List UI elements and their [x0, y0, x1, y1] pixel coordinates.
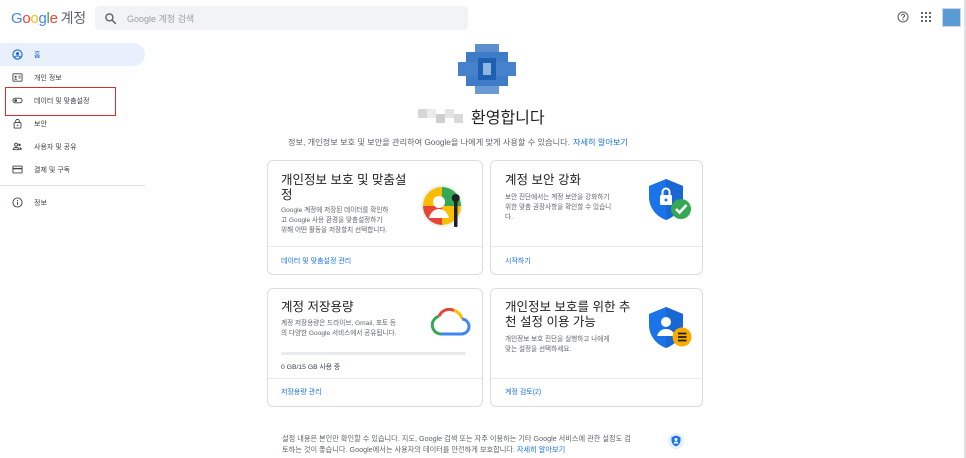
cloud-storage-icon [430, 308, 471, 336]
search-input[interactable]: Google 계정 검색 [95, 6, 468, 30]
card-description: Google 계정에 저장된 데이터를 확인하 고 Google 사용 환경을 … [281, 206, 388, 236]
intro-description: 정보, 개인정보 보호 및 보안을 관리하여 Google을 나에게 맞게 사용… [288, 138, 570, 147]
review-account-link[interactable]: 계정 검토(2) [505, 387, 541, 397]
home-icon [12, 49, 23, 60]
welcome-text: 환영합니다 [471, 110, 545, 127]
footer-line: 토하는 것이 좋습니다. Google에서는 사용자의 데이터를 안전하게 보호… [282, 444, 687, 455]
search-placeholder: Google 계정 검색 [127, 13, 195, 24]
footer-line-text: 토하는 것이 좋습니다. Google에서는 사용자의 데이터를 안전하게 보호… [282, 445, 515, 454]
welcome-heading: 환영합니다 [418, 104, 545, 128]
sidebar-item-security[interactable]: 보안 [0, 112, 150, 135]
sidebar-item-data-personalization[interactable]: 데이터 및 맞춤설정 [0, 87, 150, 116]
privacy-personalization-card: 개인정보 보호 및 맞춤설 정 Google 계정에 저장된 데이터를 확인하 … [267, 160, 483, 275]
sidebar-item-label: 결제 및 구독 [34, 166, 71, 174]
search-icon [105, 12, 117, 24]
credit-card-icon [12, 165, 23, 174]
footer-line: 설정 내용은 본인만 확인할 수 있습니다. 지도, Google 검색 또는 … [282, 434, 631, 443]
profile-picture[interactable] [458, 44, 516, 94]
footer-learn-more-link[interactable]: 자세히 알아보기 [517, 445, 565, 454]
card-title: 개인정보 보호를 위한 추 천 설정 이용 가능 [505, 300, 630, 330]
card-title: 계정 저장용량 [281, 300, 354, 314]
sidebar-item-label: 개인 정보 [34, 74, 62, 82]
logo-google-text: Google [11, 10, 58, 27]
storage-usage-text: 0 GB/15 GB 사용 중 [281, 364, 341, 371]
sidebar-item-home[interactable]: 홈 [0, 43, 145, 66]
logo-account-text: 계정 [60, 10, 86, 26]
storage-card: 계정 저장용량 계정 저장용량은 드라이브, Gmail, 포토 등 의 다양한… [267, 288, 483, 407]
card-title-line: 정 [281, 188, 293, 202]
card-divider [268, 246, 482, 247]
card-desc-line: Google 계정에 저장된 데이터를 확인하 [281, 207, 389, 214]
card-divider [268, 378, 482, 379]
privacy-illustration-icon [421, 185, 463, 227]
security-shield-icon [649, 179, 691, 220]
card-description: 보안 진단에서는 계정 보안을 강화하기 위한 맞춤 권장사항을 확인할 수 있… [505, 193, 611, 223]
card-desc-line: 계정 저장용량은 드라이브, Gmail, 포토 등 [281, 320, 396, 327]
card-title-line: 천 설정 이용 가능 [505, 315, 596, 329]
card-desc-line: 의 다양한 Google 서비스에서 공유됩니다. [281, 330, 397, 337]
card-divider [491, 246, 702, 247]
sidebar-item-about[interactable]: 정보 [0, 191, 150, 214]
card-desc-line: 위해 어떤 활동을 저장할지 선택합니다. [281, 227, 388, 234]
security-card: 계정 보안 강화 보안 진단에서는 계정 보안을 강화하기 위한 맞춤 권장사항… [490, 160, 703, 275]
top-bar: Google 계정 Google 계정 검색 [0, 0, 966, 35]
card-desc-line: 위한 맞춤 권장사항을 확인할 수 있습니 [505, 204, 612, 211]
google-account-logo[interactable]: Google 계정 [11, 8, 86, 28]
sidebar-item-people-sharing[interactable]: 사용자 및 공유 [0, 135, 150, 158]
card-desc-line: 맞는 설정을 선택하세요. [505, 346, 572, 353]
storage-progress-bar [281, 352, 466, 355]
id-card-icon [12, 73, 23, 82]
info-icon [12, 197, 23, 208]
account-avatar[interactable] [942, 8, 961, 27]
learn-more-link[interactable]: 자세히 알아보기 [573, 138, 628, 147]
sidebar-nav: 홈 개인 정보 데이터 및 맞춤설정 보안 사용자 및 공유 결제 및 구독 정… [0, 43, 150, 214]
people-icon [12, 142, 22, 151]
sidebar-item-label: 홈 [34, 51, 41, 59]
lock-icon [13, 118, 22, 129]
card-desc-line: 다. [505, 214, 513, 221]
get-started-link[interactable]: 시작하기 [505, 256, 531, 266]
sidebar-item-label: 데이터 및 맞춤설정 [34, 97, 90, 105]
apps-grid-icon[interactable] [921, 12, 931, 22]
manage-storage-link[interactable]: 저장용량 관리 [281, 387, 322, 397]
card-description: 계정 저장용량은 드라이브, Gmail, 포토 등 의 다양한 Google … [281, 319, 396, 339]
card-description: 개인정보 보호 진단을 실행하고 나에게 맞는 설정을 선택하세요. [505, 335, 609, 355]
card-desc-line: 고 Google 사용 환경을 맞춤설정하기 [281, 217, 383, 224]
card-title: 계정 보안 강화 [505, 173, 581, 187]
help-icon[interactable] [897, 11, 909, 23]
footer-note: 설정 내용은 본인만 확인할 수 있습니다. 지도, Google 검색 또는 … [282, 433, 687, 455]
sidebar-item-payments[interactable]: 결제 및 구독 [0, 158, 150, 181]
privacy-checkup-card: 개인정보 보호를 위한 추 천 설정 이용 가능 개인정보 보호 진단을 실행하… [490, 288, 703, 407]
sidebar-item-label: 정보 [34, 199, 47, 207]
sidebar-item-personal-info[interactable]: 개인 정보 [0, 66, 150, 89]
card-desc-line: 개인정보 보호 진단을 실행하고 나에게 [505, 336, 610, 343]
toggle-icon [12, 97, 23, 104]
card-title-line: 개인정보 보호를 위한 추 [505, 300, 631, 314]
card-title-line: 개인정보 보호 및 맞춤설 [281, 173, 407, 187]
sidebar-item-label: 사용자 및 공유 [34, 143, 77, 151]
privacy-shield-small-icon [668, 433, 684, 449]
card-title: 개인정보 보호 및 맞춤설 정 [281, 173, 406, 203]
sidebar-divider [0, 185, 145, 186]
blurred-name [418, 109, 463, 123]
privacy-shield-icon [649, 307, 692, 348]
card-desc-line: 보안 진단에서는 계정 보안을 강화하기 [505, 194, 610, 201]
sidebar-item-label: 보안 [34, 120, 47, 128]
manage-data-link[interactable]: 데이터 및 맞춤설정 관리 [281, 256, 351, 266]
card-divider [491, 378, 702, 379]
intro-text: 정보, 개인정보 보호 및 보안을 관리하여 Google을 나에게 맞게 사용… [288, 136, 628, 148]
